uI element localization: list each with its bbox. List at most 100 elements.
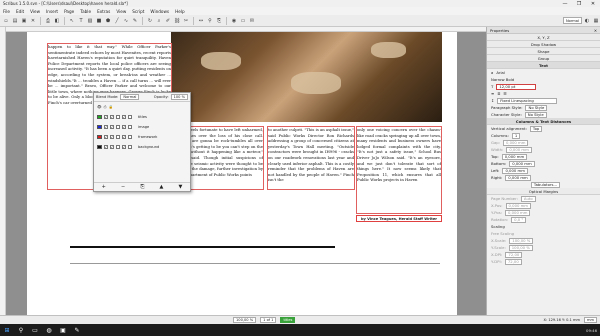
page-number-input[interactable]: Auto [520, 195, 536, 202]
layer-visible-checkbox[interactable]: ✓ [104, 145, 108, 149]
layer-print-checkbox[interactable]: ✓ [110, 125, 114, 129]
layer-outline-checkbox[interactable] [128, 125, 132, 129]
menu-script[interactable]: Script [132, 9, 144, 14]
menu-insert[interactable]: Insert [46, 9, 58, 14]
section-columns[interactable]: Columns & Text Distances [487, 118, 600, 125]
lower-layer-button[interactable]: ▼ [179, 184, 183, 190]
font-size-input[interactable]: 12,00 pt [496, 83, 537, 90]
edit-text-icon[interactable]: ✐ [164, 17, 172, 25]
left-input[interactable]: 0,000 mm [502, 167, 528, 174]
search-icon[interactable]: ⚲ [17, 326, 25, 334]
layer-visible-checkbox[interactable]: ✓ [104, 125, 108, 129]
right-input[interactable]: 0,000 mm [505, 174, 531, 181]
align-right-icon[interactable]: ☰ [503, 91, 506, 96]
close-icon[interactable]: ✕ [29, 17, 37, 25]
zoom-input[interactable]: 100,00 % [233, 317, 257, 323]
layer-row-background[interactable]: ✓ ✓ ✓ background [94, 142, 190, 152]
menu-view[interactable]: View [30, 9, 40, 14]
rotate-icon[interactable]: ↻ [146, 17, 154, 25]
layer-print-checkbox[interactable]: ✓ [110, 145, 114, 149]
byline-frame[interactable]: by Vince Teagues, Herald Staff Writer [356, 215, 442, 222]
remove-layer-button[interactable]: − [121, 184, 125, 190]
layer-lock-checkbox[interactable] [116, 135, 120, 139]
text-frame-column-4[interactable]: only one voicing concern over the chasm-… [356, 126, 442, 214]
layer-row-image[interactable]: ✓ ✓ ✓ image [94, 122, 190, 132]
link-icon[interactable]: ⛓ [173, 17, 181, 25]
save-icon[interactable]: ▣ [20, 17, 28, 25]
layer-print-checkbox[interactable]: ✓ [110, 115, 114, 119]
menu-page[interactable]: Page [64, 9, 74, 14]
photo-frame[interactable] [171, 32, 442, 122]
open-icon[interactable]: ▤ [11, 17, 19, 25]
pdf-icon[interactable]: ◧ [53, 17, 61, 25]
layer-selector[interactable]: titles [280, 317, 296, 323]
tabulators-button[interactable]: Tabulators... [530, 181, 561, 188]
top-input[interactable]: 0,000 mm [501, 153, 528, 160]
y-pos-input[interactable]: 0,000 mm [504, 209, 531, 216]
add-layer-button[interactable]: + [102, 184, 106, 190]
folder-icon[interactable]: ▣ [59, 326, 67, 334]
paragraph-style-select[interactable]: No Style [525, 104, 548, 111]
layer-flow-checkbox[interactable]: ✓ [122, 145, 126, 149]
bottom-input[interactable]: 0,000 mm [509, 160, 535, 167]
page-selector[interactable]: 1 of 1 [260, 317, 277, 323]
section-xyz[interactable]: X, Y, Z [487, 34, 600, 41]
font-style[interactable]: Narrow Bold [491, 77, 514, 82]
browser-icon[interactable]: ◍ [45, 326, 53, 334]
pdf-button-icon[interactable]: ◉ [230, 17, 238, 25]
layer-outline-checkbox[interactable] [128, 145, 132, 149]
x-pos-input[interactable]: 0,000 mm [505, 202, 532, 209]
maximize-button[interactable]: ❐ [572, 1, 586, 7]
section-shape[interactable]: Shape [487, 48, 600, 55]
close-window-button[interactable]: ✕ [586, 1, 600, 7]
zoom-icon[interactable]: ⌕ [155, 17, 163, 25]
layer-name[interactable]: image [138, 125, 149, 129]
width-input[interactable]: 0,000 mm [506, 146, 532, 153]
layer-name[interactable]: framework [138, 135, 157, 139]
layer-lock-checkbox[interactable] [116, 125, 120, 129]
layer-row-framework[interactable]: ✓ ✓ ✓ framework [94, 132, 190, 142]
layer-flow-checkbox[interactable]: ✓ [122, 135, 126, 139]
polygon-icon[interactable]: ⬟ [104, 17, 112, 25]
line-icon[interactable]: ╱ [113, 17, 121, 25]
menu-help[interactable]: Help [175, 9, 185, 14]
select-icon[interactable]: ↖ [68, 17, 76, 25]
new-icon[interactable]: ▫ [2, 17, 10, 25]
layer-lock-checkbox[interactable] [116, 145, 120, 149]
eyedropper-icon[interactable]: ⚲ [206, 17, 214, 25]
layer-flow-checkbox[interactable]: ✓ [122, 115, 126, 119]
shape-icon[interactable]: ■ [95, 17, 103, 25]
scribus-icon[interactable]: ✎ [73, 326, 81, 334]
rotation-input[interactable]: 0,0 ° [511, 216, 527, 223]
x-scale-input[interactable]: 100,00 % [509, 237, 534, 244]
thin-rule[interactable] [70, 263, 440, 264]
horizontal-rule[interactable] [70, 246, 335, 248]
print-icon[interactable]: ⎙ [44, 17, 52, 25]
bezier-icon[interactable]: ∿ [122, 17, 130, 25]
text-frame-icon[interactable]: T [77, 17, 85, 25]
pdf-annot-icon[interactable]: ✉ [248, 17, 256, 25]
menu-view-2[interactable]: View [116, 9, 126, 14]
menu-extras[interactable]: Extras [97, 9, 110, 14]
columns-input[interactable]: 1 [511, 132, 521, 139]
section-group[interactable]: Group [487, 55, 600, 62]
edge-icon[interactable]: ▦ [592, 17, 600, 25]
blend-mode-select[interactable]: Normal [120, 94, 140, 100]
task-view-icon[interactable]: ▭ [31, 326, 39, 334]
start-icon[interactable]: ⊞ [3, 326, 11, 334]
duplicate-layer-button[interactable]: ⎘ [140, 184, 144, 190]
font-name[interactable]: Arial [496, 70, 505, 75]
opacity-input[interactable]: 100 % [170, 94, 188, 100]
image-frame-icon[interactable]: ▧ [86, 17, 94, 25]
section-text[interactable]: Text [487, 62, 600, 69]
layer-visible-checkbox[interactable]: ✓ [104, 115, 108, 119]
measure-icon[interactable]: ↔ [197, 17, 205, 25]
menu-windows[interactable]: Windows [150, 9, 169, 14]
vertical-alignment-select[interactable]: Top [529, 125, 543, 132]
preview-icon[interactable]: ◐ [583, 17, 591, 25]
canvas-area[interactable]: happen to like it that way." While Offic… [6, 32, 486, 315]
layer-row-titles[interactable]: ✓ ✓ ✓ titles [94, 112, 190, 122]
section-drop-shadow[interactable]: Drop Shadow [487, 41, 600, 48]
menu-edit[interactable]: Edit [16, 9, 24, 14]
unit-select[interactable]: mm [583, 317, 597, 323]
